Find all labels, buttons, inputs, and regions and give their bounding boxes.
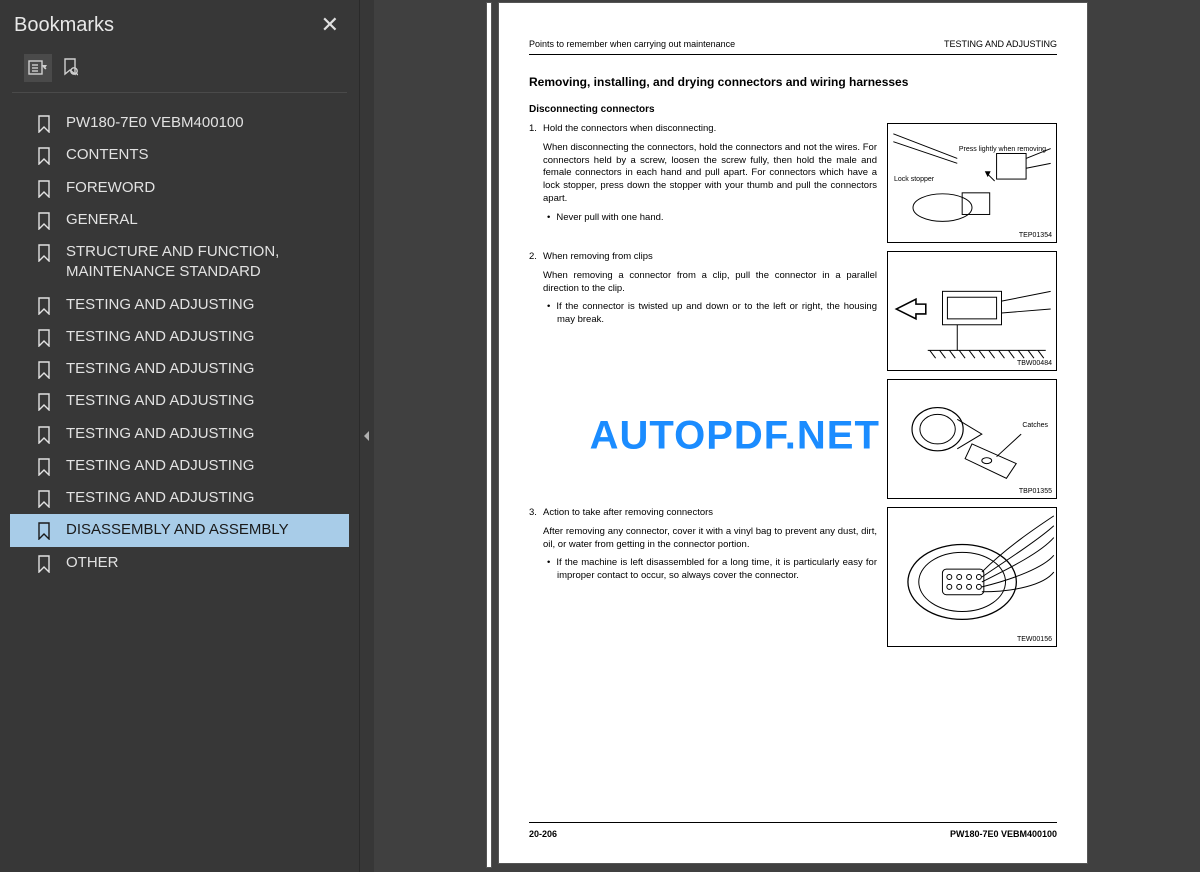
- bookmark-icon: [36, 490, 52, 508]
- bookmark-list: PW180-7E0 VEBM400100 CONTENTS FOREWORD GENE…: [0, 93, 359, 872]
- previous-page-edge: [486, 2, 492, 868]
- bookmark-label: GENERAL: [66, 210, 339, 230]
- bookmark-label: TESTING AND ADJUSTING: [66, 295, 339, 315]
- sidebar-title: Bookmarks: [14, 14, 114, 37]
- bookmark-item[interactable]: TESTING AND ADJUSTING: [10, 482, 349, 514]
- figure-1: Press lightly when removing Lock stopper…: [887, 123, 1057, 243]
- bookmark-icon: [36, 244, 52, 262]
- figure-id: TEP01354: [1019, 232, 1052, 239]
- find-bookmark-icon[interactable]: [56, 54, 84, 82]
- bookmark-label: STRUCTURE AND FUNCTION, MAINTENANCE STAN…: [66, 242, 339, 283]
- header-right: TESTING AND ADJUSTING: [944, 39, 1057, 49]
- bookmark-icon: [36, 458, 52, 476]
- bookmark-label: TESTING AND ADJUSTING: [66, 456, 339, 476]
- figure-4: TEW00156: [887, 507, 1057, 647]
- bookmark-item[interactable]: DISASSEMBLY AND ASSEMBLY: [10, 514, 349, 546]
- bookmark-label: TESTING AND ADJUSTING: [66, 488, 339, 508]
- bookmark-icon: [36, 329, 52, 347]
- page-header: Points to remember when carrying out mai…: [529, 39, 1057, 55]
- bookmark-item[interactable]: TESTING AND ADJUSTING: [10, 353, 349, 385]
- bookmark-item[interactable]: TESTING AND ADJUSTING: [10, 321, 349, 353]
- bookmark-icon: [36, 115, 52, 133]
- page-footer: 20-206 PW180-7E0 VEBM400100: [529, 822, 1057, 839]
- bookmark-label: TESTING AND ADJUSTING: [66, 359, 339, 379]
- bookmark-item[interactable]: TESTING AND ADJUSTING: [10, 385, 349, 417]
- header-left: Points to remember when carrying out mai…: [529, 39, 735, 49]
- sidebar-toolbar: [12, 48, 347, 93]
- section-2: 2.When removing from clips When removing…: [529, 251, 1057, 371]
- bookmark-icon: [36, 297, 52, 315]
- bookmark-label: PW180-7E0 VEBM400100: [66, 113, 339, 133]
- section-1: 1.Hold the connectors when disconnecting…: [529, 123, 1057, 243]
- bookmark-icon: [36, 147, 52, 165]
- document-page: Points to remember when carrying out mai…: [498, 2, 1088, 864]
- outline-options-icon[interactable]: [24, 54, 52, 82]
- document-viewer[interactable]: AUTOPDF.NET Points to remember when carr…: [374, 0, 1200, 872]
- bookmark-label: DISASSEMBLY AND ASSEMBLY: [66, 520, 339, 540]
- bookmark-icon: [36, 180, 52, 198]
- section-4-text: 3.Action to take after removing connecto…: [529, 507, 877, 647]
- footer-right: PW180-7E0 VEBM400100: [950, 829, 1057, 839]
- bookmark-item[interactable]: CONTENTS: [10, 139, 349, 171]
- bookmark-icon: [36, 212, 52, 230]
- figure-2: TBW00484: [887, 251, 1057, 371]
- figure-id: TBP01355: [1019, 488, 1052, 495]
- sidebar-collapse-handle[interactable]: [360, 0, 374, 872]
- bookmark-icon: [36, 426, 52, 444]
- bookmark-label: OTHER: [66, 553, 339, 573]
- sidebar-header: Bookmarks ✕: [0, 0, 359, 48]
- bookmark-item[interactable]: TESTING AND ADJUSTING: [10, 450, 349, 482]
- page-subtitle: Disconnecting connectors: [529, 104, 1057, 115]
- bookmark-label: FOREWORD: [66, 178, 339, 198]
- page-title: Removing, installing, and drying connect…: [529, 75, 1057, 90]
- section-3: Catches TBP01355: [529, 379, 1057, 499]
- bookmark-label: TESTING AND ADJUSTING: [66, 424, 339, 444]
- section-3-text: [529, 379, 877, 499]
- figure-id: TBW00484: [1017, 360, 1052, 367]
- bookmark-item[interactable]: PW180-7E0 VEBM400100: [10, 107, 349, 139]
- bookmark-item[interactable]: OTHER: [10, 547, 349, 579]
- section-2-text: 2.When removing from clips When removing…: [529, 251, 877, 371]
- section-1-text: 1.Hold the connectors when disconnecting…: [529, 123, 877, 243]
- bookmark-icon: [36, 555, 52, 573]
- bookmark-label: TESTING AND ADJUSTING: [66, 327, 339, 347]
- bookmark-item[interactable]: STRUCTURE AND FUNCTION, MAINTENANCE STAN…: [10, 236, 349, 289]
- bookmark-label: CONTENTS: [66, 145, 339, 165]
- figure-3: Catches TBP01355: [887, 379, 1057, 499]
- bookmark-icon: [36, 522, 52, 540]
- bookmark-item[interactable]: TESTING AND ADJUSTING: [10, 418, 349, 450]
- bookmark-icon: [36, 361, 52, 379]
- figure-id: TEW00156: [1017, 636, 1052, 643]
- footer-left: 20-206: [529, 829, 557, 839]
- close-icon[interactable]: ✕: [315, 10, 345, 40]
- bookmark-label: TESTING AND ADJUSTING: [66, 391, 339, 411]
- bookmark-item[interactable]: FOREWORD: [10, 172, 349, 204]
- bookmark-icon: [36, 393, 52, 411]
- bookmarks-sidebar: Bookmarks ✕ PW180-7E0 VEBM400100 CONTENTS…: [0, 0, 360, 872]
- bookmark-item[interactable]: TESTING AND ADJUSTING: [10, 289, 349, 321]
- bookmark-item[interactable]: GENERAL: [10, 204, 349, 236]
- section-4: 3.Action to take after removing connecto…: [529, 507, 1057, 647]
